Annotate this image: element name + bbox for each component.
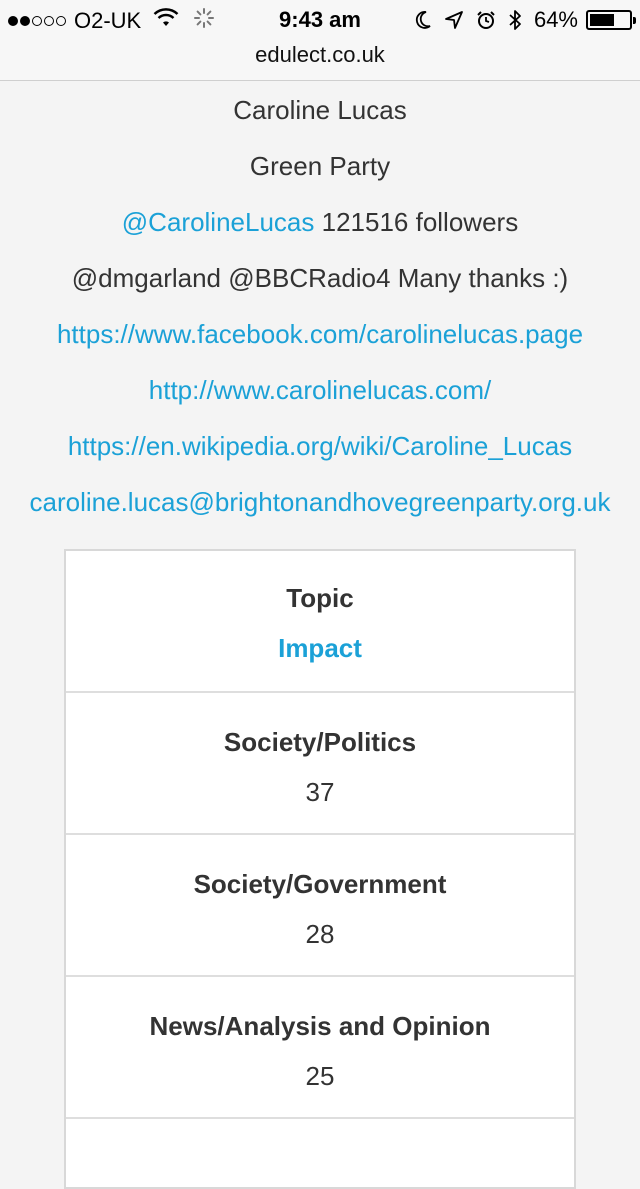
twitter-handle-link[interactable]: @CarolineLucas [122,207,315,237]
latest-tweet: @dmgarland @BBCRadio4 Many thanks :) [71,263,569,293]
status-bar: O2-UK 9:43 am 64% [0,0,640,40]
impact-value: 37 [305,777,335,807]
table-header: Topic Impact [66,551,574,693]
alarm-icon [476,10,496,30]
table-row: Society/Government 28 [66,835,574,977]
battery-icon [586,10,636,30]
battery-percentage: 64% [533,7,578,32]
location-arrow-icon [444,10,464,30]
impact-value: 25 [305,1061,335,1091]
profile-party: Green Party [249,151,391,181]
battery-fill [590,14,615,26]
facebook-link[interactable]: https://www.facebook.com/carolinelucas.p… [0,306,640,362]
bluetooth-icon [508,9,522,31]
address-bar[interactable]: edulect.co.uk [0,42,640,68]
table-row: News/Analysis and Opinion 25 [66,977,574,1119]
topics-table: Topic Impact Society/Politics 37 Society… [64,549,576,1189]
wikipedia-link[interactable]: https://en.wikipedia.org/wiki/Caroline_L… [0,418,640,474]
topic-name: News/Analysis and Opinion [149,1011,491,1041]
profile-info: Caroline Lucas Green Party @CarolineLuca… [0,82,640,530]
topic-name: Society/Government [193,869,447,899]
topic-column-header: Topic [286,583,354,613]
moon-icon [414,10,432,30]
top-bar: O2-UK 9:43 am 64% edulect.co.uk [0,0,640,81]
impact-value: 28 [305,919,335,949]
email-link[interactable]: caroline.lucas@brightonandhovegreenparty… [0,474,640,530]
profile-name: Caroline Lucas [233,95,407,125]
status-right: 64% [402,7,636,33]
twitter-line: @CarolineLucas 121516 followers [0,194,640,250]
table-row: Society/Politics 37 [66,693,574,835]
impact-sort-link[interactable]: Impact [66,633,574,663]
followers-count: 121516 followers [314,207,519,237]
topic-name: Society/Politics [223,727,417,757]
website-link[interactable]: http://www.carolinelucas.com/ [0,362,640,418]
